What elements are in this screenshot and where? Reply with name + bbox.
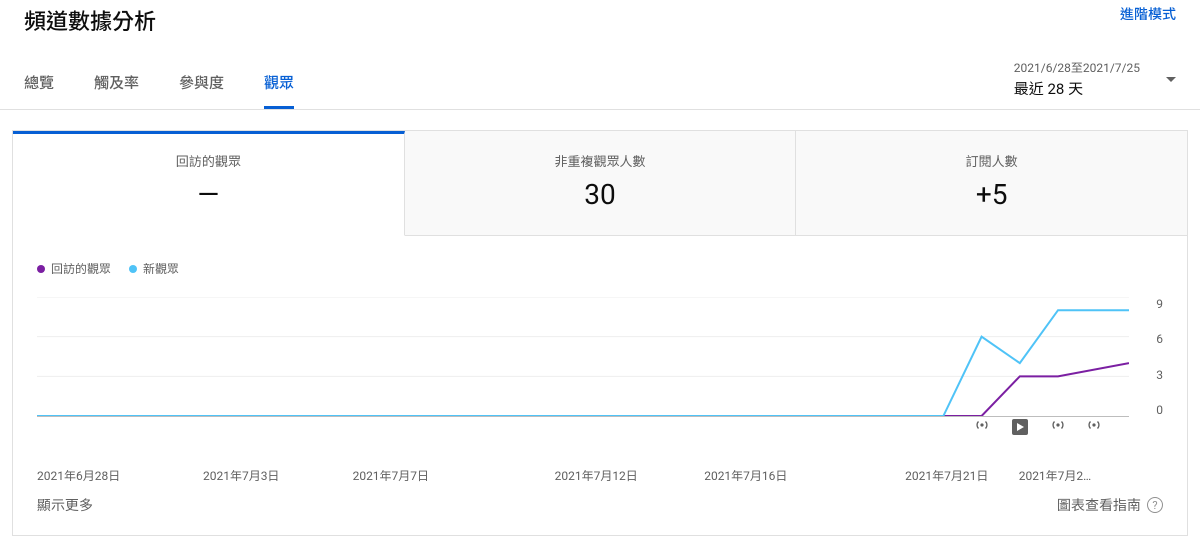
play-marker-icon xyxy=(1012,419,1028,435)
y-tick: 6 xyxy=(1135,332,1163,346)
metric-value: — xyxy=(23,178,394,211)
legend-item: 回訪的觀眾 xyxy=(37,260,111,277)
x-tick: 2021年7月16日 xyxy=(704,467,787,484)
tab-2[interactable]: 參與度 xyxy=(179,58,224,109)
metric-title: 訂閱人數 xyxy=(806,151,1177,170)
legend-label: 新觀眾 xyxy=(143,260,179,277)
date-range-label: 最近 28 天 xyxy=(1014,78,1140,99)
chart-guide-label: 圖表查看指南 xyxy=(1057,495,1141,515)
chevron-down-icon xyxy=(1166,77,1176,82)
x-tick: 2021年7月12日 xyxy=(555,467,638,484)
advanced-mode-link[interactable]: 進階模式 xyxy=(1120,4,1176,24)
metric-value: +5 xyxy=(806,178,1177,211)
y-tick: 9 xyxy=(1135,297,1163,311)
x-tick: 2021年7月21日 xyxy=(905,467,988,484)
page-title: 頻道數據分析 xyxy=(24,4,156,36)
broadcast-marker-icon xyxy=(1050,419,1066,431)
legend-dot xyxy=(129,265,137,273)
metric-title: 回訪的觀眾 xyxy=(23,151,394,170)
tab-1[interactable]: 觸及率 xyxy=(94,58,139,109)
x-tick: 2021年7月7日 xyxy=(353,467,429,484)
metric-value: 30 xyxy=(415,178,786,211)
chart-legend: 回訪的觀眾 新觀眾 xyxy=(37,260,1163,277)
audience-chart: 9630 2021年6月28日2021年7月3日2021年7月7日2021年7月… xyxy=(37,297,1163,467)
metric-tab-2[interactable]: 訂閱人數 +5 xyxy=(796,131,1187,236)
legend-label: 回訪的觀眾 xyxy=(51,260,111,277)
legend-item: 新觀眾 xyxy=(129,260,179,277)
broadcast-marker-icon xyxy=(974,419,990,431)
chart-guide-link[interactable]: 圖表查看指南 ? xyxy=(1057,495,1163,515)
broadcast-marker-icon xyxy=(1086,419,1102,431)
metric-title: 非重複觀眾人數 xyxy=(415,151,786,170)
help-icon: ? xyxy=(1147,497,1163,513)
show-more-link[interactable]: 顯示更多 xyxy=(37,495,93,515)
metric-tab-1[interactable]: 非重複觀眾人數 30 xyxy=(405,131,797,236)
tab-0[interactable]: 總覽 xyxy=(24,58,54,109)
date-range-picker[interactable]: 2021/6/28至2021/7/25 最近 28 天 xyxy=(1014,59,1176,109)
tab-3[interactable]: 觀眾 xyxy=(264,58,294,109)
main-tabs: 總覽觸及率參與度觀眾 xyxy=(24,58,334,109)
y-tick: 0 xyxy=(1135,403,1163,417)
x-tick: 2021年6月28日 xyxy=(37,467,120,484)
metric-tab-0[interactable]: 回訪的觀眾 — xyxy=(13,131,405,236)
legend-dot xyxy=(37,265,45,273)
audience-card: 回訪的觀眾—非重複觀眾人數30訂閱人數+5 回訪的觀眾新觀眾 9630 2021… xyxy=(12,130,1188,536)
date-range-text: 2021/6/28至2021/7/25 xyxy=(1014,59,1140,76)
chart-series-line xyxy=(37,310,1129,416)
x-tick: 2021年7月3日 xyxy=(203,467,279,484)
y-tick: 3 xyxy=(1135,368,1163,382)
x-tick: 2021年7月2… xyxy=(1019,467,1092,484)
